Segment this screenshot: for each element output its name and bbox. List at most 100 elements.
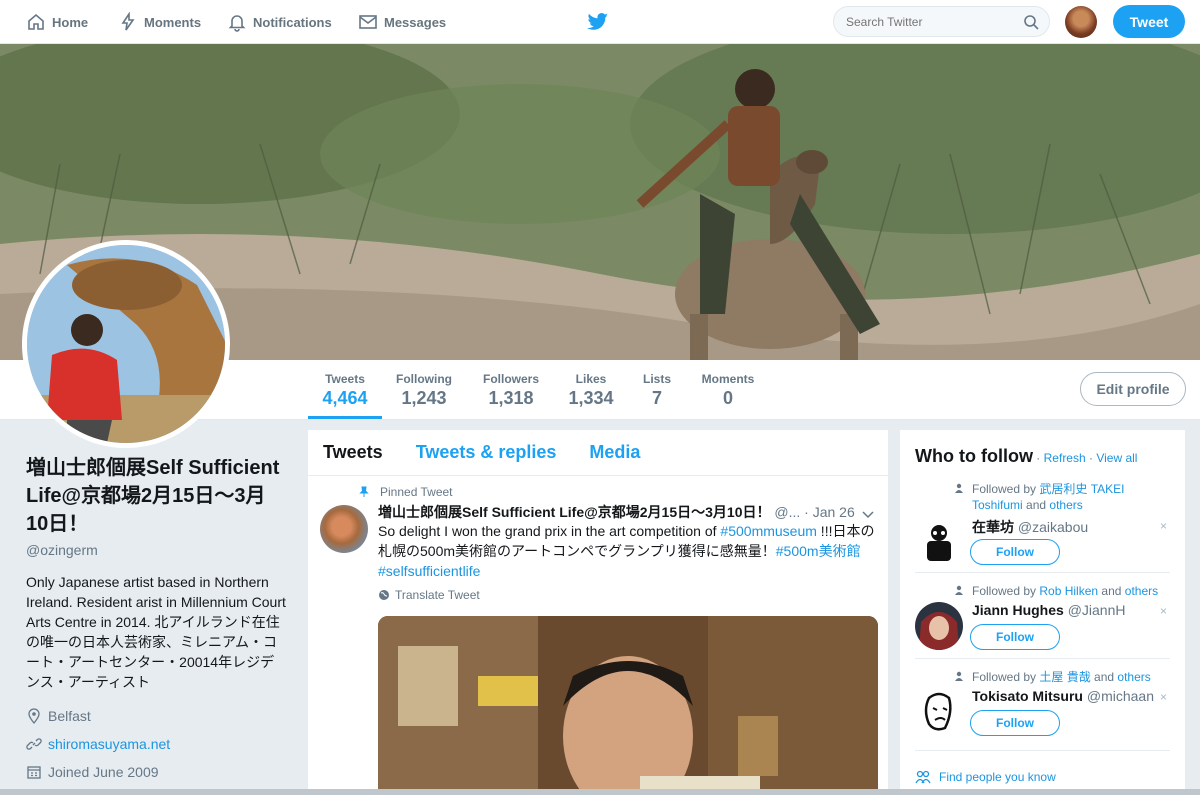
ctx-others[interactable]: others: [1117, 670, 1150, 684]
dismiss-icon[interactable]: ×: [1160, 519, 1167, 533]
ctx-others[interactable]: others: [1049, 498, 1082, 512]
location-icon: [28, 708, 40, 724]
suggestion-display-name[interactable]: Jiann Hughes: [972, 602, 1064, 618]
tweet-author-handle[interactable]: @...: [774, 504, 800, 520]
dismiss-icon[interactable]: ×: [1160, 604, 1167, 618]
stat-likes[interactable]: Likes 1,334: [566, 372, 616, 409]
tweet-avatar[interactable]: [320, 505, 368, 553]
stat-following[interactable]: Following 1,243: [392, 372, 456, 409]
follow-button[interactable]: Follow: [970, 624, 1060, 650]
home-icon: [28, 13, 44, 30]
suggestion-item: Followed by 武居利史 TAKEI Toshifumi and oth…: [915, 481, 1170, 571]
ctx-prefix: Followed by: [972, 584, 1040, 598]
nav-notifications[interactable]: Notifications: [227, 12, 332, 32]
link-icon: [26, 738, 42, 750]
stat-value: 4,464: [322, 388, 368, 408]
stat-value: 0: [722, 388, 733, 408]
calendar-icon: [27, 766, 41, 779]
ctx-names[interactable]: Rob Hilken: [1039, 584, 1098, 598]
ctx-others[interactable]: others: [1125, 584, 1158, 598]
search-input[interactable]: [846, 14, 1023, 29]
hashtag-link[interactable]: #500mmuseum: [720, 523, 817, 539]
page-bottom-edge: [0, 789, 1200, 795]
suggestion-handle[interactable]: @zaikabou: [1018, 519, 1088, 535]
stat-moments[interactable]: Moments 0: [698, 372, 758, 409]
tweet-date[interactable]: · Jan 26: [804, 504, 855, 520]
nav-moments-label: Moments: [144, 14, 202, 30]
suggestion-name[interactable]: 在華坊 @zaikabou: [972, 517, 1088, 537]
profile-avatar[interactable]: [22, 240, 230, 448]
divider: [915, 658, 1170, 659]
suggestion-name[interactable]: Tokisato Mitsuru @michaan: [972, 688, 1154, 704]
edit-profile-button[interactable]: Edit profile: [1080, 372, 1186, 406]
nav-moments[interactable]: Moments: [118, 12, 201, 32]
hashtag-link[interactable]: #selfsufficientlife: [378, 563, 480, 579]
twitter-bird-icon[interactable]: [587, 12, 609, 32]
suggestion-name[interactable]: Jiann Hughes @JiannH: [972, 602, 1125, 618]
who-to-follow-header: Who to follow · Refresh · View all: [915, 446, 1137, 467]
ctx-suffix: and: [1098, 584, 1125, 598]
divider: [915, 750, 1170, 751]
suggestion-avatar[interactable]: [915, 688, 963, 736]
stat-label: Tweets: [325, 372, 365, 386]
top-nav: Home Moments Notifications Messages Twee…: [0, 0, 1200, 44]
follow-button[interactable]: Follow: [970, 539, 1060, 565]
profile-website: shiromasuyama.net: [26, 736, 286, 752]
tweet-author-name[interactable]: 増山士郎個展Self Sufficient Life@京都場2月15日〜3月10…: [378, 504, 771, 520]
tab-tweets-replies[interactable]: Tweets & replies: [416, 442, 557, 463]
stat-lists[interactable]: Lists 7: [640, 372, 674, 409]
search-box[interactable]: [833, 6, 1050, 37]
suggestion-context: Followed by 武居利史 TAKEI Toshifumi and oth…: [955, 481, 1170, 513]
tab-tweets[interactable]: Tweets: [323, 442, 383, 463]
nav-notifications-label: Notifications: [253, 14, 332, 30]
profile-header-card: 増山士郎個展Self Sufficient Life@京都場2月15日〜3月10…: [26, 454, 286, 780]
stat-followers[interactable]: Followers 1,318: [478, 372, 544, 409]
compose-tweet-button[interactable]: Tweet: [1113, 5, 1185, 38]
translate-label: Translate Tweet: [395, 588, 480, 602]
avatar-image: [915, 517, 963, 565]
hashtag-link[interactable]: #500m美術館: [776, 543, 861, 559]
stat-value: 1,243: [401, 388, 447, 408]
user-icon: [955, 585, 963, 595]
ctx-names[interactable]: 土屋 貴哉: [1039, 670, 1090, 684]
stat-label: Following: [396, 372, 452, 386]
view-all-link[interactable]: View all: [1096, 451, 1137, 465]
suggestion-context: Followed by Rob Hilken and others: [955, 583, 1170, 599]
joined-text: Joined June 2009: [48, 764, 159, 780]
find-people-link[interactable]: Find people you know: [915, 770, 1056, 784]
suggestion-avatar[interactable]: [915, 602, 963, 650]
nav-home-label: Home: [52, 14, 89, 30]
pinned-tweet-context: Pinned Tweet: [358, 485, 453, 499]
nav-messages-label: Messages: [384, 14, 447, 30]
suggestion-handle[interactable]: @JiannH: [1068, 602, 1126, 618]
translate-tweet[interactable]: Translate Tweet: [378, 588, 480, 602]
suggestion-display-name[interactable]: 在華坊: [972, 519, 1014, 535]
account-avatar[interactable]: [1065, 6, 1097, 38]
chevron-down-icon[interactable]: [861, 507, 875, 521]
suggestion-display-name[interactable]: Tokisato Mitsuru: [972, 688, 1083, 704]
follow-button[interactable]: Follow: [970, 710, 1060, 736]
dismiss-icon[interactable]: ×: [1160, 690, 1167, 704]
nav-messages[interactable]: Messages: [358, 12, 446, 32]
tweet-photo[interactable]: [378, 616, 878, 795]
suggestion-handle[interactable]: @michaan: [1087, 688, 1154, 704]
separator: ·: [1032, 451, 1044, 465]
people-icon: [915, 770, 931, 784]
tweet-photo-image: [378, 616, 878, 795]
stat-value: 1,318: [488, 388, 534, 408]
suggestion-item: Followed by Rob Hilken and others Jiann …: [915, 583, 1170, 663]
avatar-image: [27, 245, 225, 443]
envelope-icon: [359, 15, 377, 29]
stat-tweets[interactable]: Tweets 4,464: [308, 372, 382, 419]
tab-media[interactable]: Media: [589, 442, 640, 463]
ctx-prefix: Followed by: [972, 482, 1040, 496]
suggestion-avatar[interactable]: [915, 517, 963, 565]
website-link[interactable]: shiromasuyama.net: [48, 736, 170, 752]
profile-name[interactable]: 増山士郎個展Self Sufficient Life@京都場2月15日〜3月10…: [26, 454, 286, 538]
pin-icon: [359, 486, 369, 497]
refresh-link[interactable]: Refresh: [1044, 451, 1086, 465]
nav-home[interactable]: Home: [26, 12, 88, 32]
search-icon[interactable]: [1023, 14, 1039, 30]
separator: ·: [1085, 451, 1097, 465]
profile-handle[interactable]: @ozingerm: [26, 542, 286, 558]
